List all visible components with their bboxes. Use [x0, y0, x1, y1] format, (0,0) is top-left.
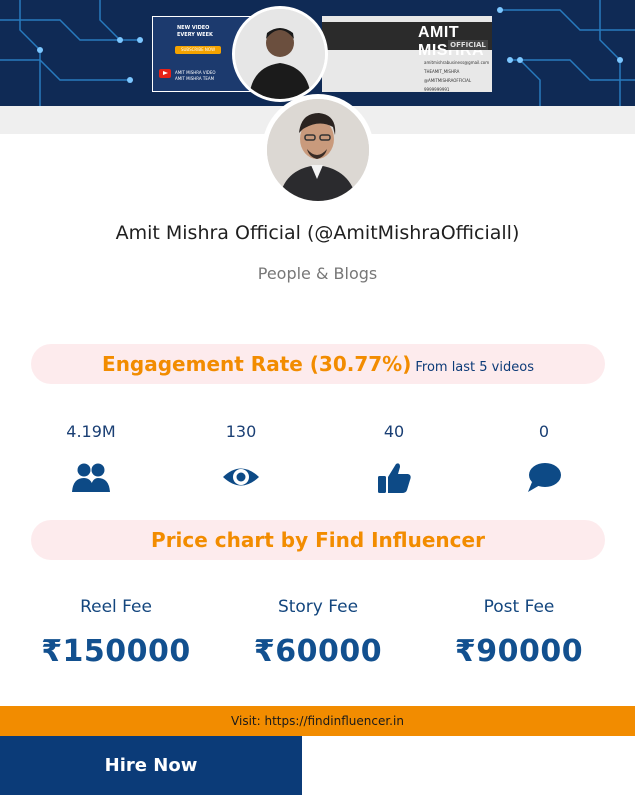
promo-line-2: EVERY WEEK — [177, 32, 213, 38]
profile-avatar-frame — [262, 94, 374, 206]
stat-views: 130 — [186, 420, 296, 494]
visit-link[interactable]: Visit: https://findinfluencer.in — [0, 706, 635, 736]
views-count: 130 — [225, 422, 257, 441]
likes-count: 40 — [383, 422, 405, 441]
story-fee-label: Story Fee — [277, 597, 359, 617]
banner-contacts: amitmishrabusiness@gmail.com THEAMIT_MIS… — [424, 58, 492, 94]
story-fee-value: ₹60000 — [253, 634, 383, 669]
eye-icon — [223, 468, 259, 486]
post-fee: Post Fee ₹90000 — [434, 594, 604, 674]
comment-icon — [528, 463, 561, 492]
price-chart-banner: Price chart by Find Influencer — [31, 520, 605, 560]
profile-name: Amit Mishra Official (@AmitMishraOfficia… — [115, 222, 520, 244]
reel-fee-value: ₹150000 — [41, 634, 191, 669]
reel-fee-label: Reel Fee — [80, 597, 152, 617]
banner-tag: OFFICIAL — [448, 40, 488, 50]
story-fee: Story Fee ₹60000 — [233, 594, 403, 674]
post-fee-label: Post Fee — [483, 597, 555, 617]
banner-phone: 9999999991 — [424, 87, 450, 92]
price-chart-title: Price chart by Find Influencer — [151, 528, 485, 552]
banner-card: NEW VIDEO EVERY WEEK SUBSCRIBE NOW AMIT … — [152, 6, 492, 102]
thumbs-up-icon — [378, 463, 411, 493]
stat-likes: 40 — [339, 420, 449, 494]
profile-category: People & Blogs — [257, 264, 378, 283]
engagement-rate-subtitle: From last 5 videos — [415, 360, 534, 375]
subscribe-badge: SUBSCRIBE NOW — [175, 46, 221, 54]
comments-count: 0 — [538, 422, 550, 441]
engagement-rate-banner: Engagement Rate (30.77%) From last 5 vide… — [31, 344, 605, 384]
promo-line-1: NEW VIDEO — [177, 25, 210, 31]
banner-name-panel: AMIT MISHRA OFFICIAL amitmishrabusiness@… — [322, 16, 492, 92]
stat-subscribers: 4.19M — [36, 420, 146, 494]
banner-email: amitmishrabusiness@gmail.com — [424, 60, 490, 65]
post-fee-value: ₹90000 — [454, 634, 584, 669]
banner-instagram: THEAMIT_MISHRA — [424, 69, 460, 74]
reel-fee: Reel Fee ₹150000 — [31, 594, 201, 674]
users-icon — [72, 463, 110, 492]
avatar — [267, 99, 369, 201]
banner-photo — [232, 6, 328, 102]
person-photo-icon — [267, 99, 369, 201]
cover-banner: NEW VIDEO EVERY WEEK SUBSCRIBE NOW AMIT … — [0, 0, 635, 106]
youtube-icon — [159, 69, 171, 78]
hire-now-button[interactable]: Hire Now — [0, 736, 302, 795]
youtube-line-2: AMIT MISHRA TEAM — [175, 76, 215, 81]
subscribers-count: 4.19M — [66, 422, 116, 441]
person-silhouette-icon — [235, 9, 325, 99]
engagement-rate-title: Engagement Rate (30.77%) — [102, 352, 412, 376]
banner-handle: @AMITMISHRAOFFICIAL — [424, 78, 472, 83]
stat-comments: 0 — [489, 420, 599, 494]
